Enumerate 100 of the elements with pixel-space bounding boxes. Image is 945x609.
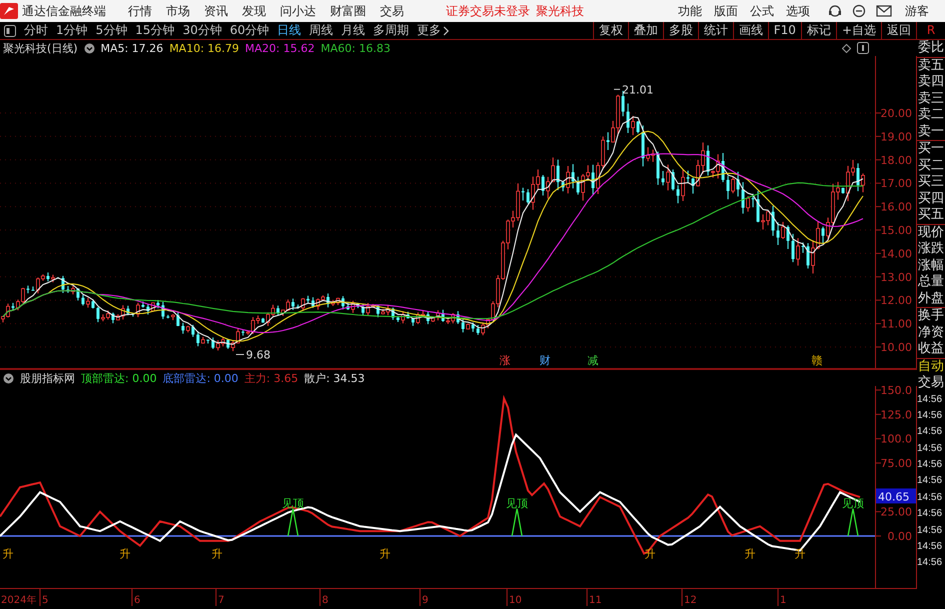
indicator-reading: 顶部雷达: 0.00	[81, 370, 157, 386]
app-title: 通达信金融终端	[22, 2, 106, 20]
trade-time: 14:56	[917, 474, 944, 488]
signal-label: 升	[380, 547, 390, 560]
quote-field-label: 交易	[917, 375, 945, 392]
trade-time: 14:56	[917, 442, 944, 456]
quote-field-label: 买三	[917, 174, 945, 190]
month-label: 5	[42, 595, 48, 606]
month-label: 9	[422, 595, 428, 606]
indicator-reading: 散户: 34.53	[304, 370, 365, 386]
trade-time: 14:56	[917, 540, 944, 554]
price-axis-label: 14.00	[880, 247, 912, 260]
trade-time: 14:56	[917, 490, 944, 505]
menu-item[interactable]: 市场	[160, 2, 196, 20]
user-label[interactable]: 游客	[905, 2, 929, 20]
trade-time: 14:56	[917, 524, 944, 538]
price-axis-label: 20.00	[880, 107, 912, 120]
quote-field-label: 买五	[917, 207, 945, 224]
signal-label: 升	[2, 547, 14, 560]
signal-label: 见顶	[282, 496, 304, 510]
quote-field-label: 卖四	[917, 74, 945, 90]
price-axis-label: 12.00	[880, 294, 912, 308]
ma-legend-value: MA5: 17.26	[100, 42, 164, 54]
chart-button[interactable]: 画线	[732, 22, 768, 39]
chart-button[interactable]: 返回	[881, 22, 916, 39]
price-axis-label: 17.00	[880, 177, 912, 190]
low-price-label: 9.68	[246, 348, 270, 362]
trade-time: 14:56	[917, 507, 944, 522]
indicator-name: 股朋指标网	[20, 370, 75, 386]
signal-label: 升	[644, 547, 656, 560]
quote-field-label: 收益	[917, 341, 945, 358]
high-price-label: 21.01	[622, 83, 654, 96]
notice-text: 证券交易未登录	[446, 2, 530, 20]
tool-menu-item[interactable]: 功能	[672, 2, 708, 20]
month-label: 1	[780, 595, 786, 606]
price-axis-label: 18.00	[880, 154, 912, 167]
period-tab[interactable]: 分时	[20, 22, 52, 39]
quote-field-label: 涨跌	[917, 241, 945, 258]
signal-label: 见顶	[506, 496, 528, 510]
tool-menu-item[interactable]: 选项	[780, 2, 816, 20]
ma-legend-value: MA60: 16.83	[320, 42, 390, 54]
tool-menu-item[interactable]: 版面	[708, 2, 744, 20]
tool-menu-item[interactable]: 公式	[744, 2, 780, 20]
quote-field-label: 卖二	[917, 107, 945, 124]
event-marker[interactable]: 赣	[812, 354, 822, 367]
period-tab[interactable]: 更多	[413, 22, 454, 39]
indicator-reading: 底部雷达: 0.00	[162, 370, 238, 386]
menu-item[interactable]: 发现	[236, 2, 272, 20]
price-axis-label: 16.00	[880, 200, 912, 214]
signal-label: 升	[744, 547, 756, 560]
period-tab[interactable]: 30分钟	[178, 22, 226, 39]
chart-title: 聚光科技(日线)	[3, 40, 78, 56]
ma-legend-value: MA20: 15.62	[245, 42, 315, 54]
period-tab[interactable]: 周线	[305, 22, 338, 39]
period-tab[interactable]: 1分钟	[52, 22, 92, 39]
period-tab[interactable]: 15分钟	[131, 22, 179, 39]
quote-field-label: 外盘	[917, 290, 945, 307]
menu-item[interactable]: 问小达	[274, 2, 322, 20]
period-tab[interactable]: 60分钟	[226, 22, 274, 39]
trade-time: 14:56	[917, 425, 944, 440]
period-tab[interactable]: 5分钟	[92, 22, 132, 39]
signal-label: 见顶	[842, 496, 864, 510]
month-label: 11	[589, 595, 602, 606]
ma-legend-value: MA10: 16.79	[169, 42, 240, 54]
indicator-reading: 主力: 3.65	[244, 370, 298, 386]
panel-tab[interactable]: R	[916, 22, 945, 39]
chart-button[interactable]: 标记	[800, 22, 836, 39]
quote-field-label: 卖五	[917, 56, 945, 74]
chart-button[interactable]: 复权	[592, 22, 628, 39]
chart-button[interactable]: 叠加	[628, 22, 663, 39]
quote-field-label: 卖一	[917, 124, 945, 140]
indicator-axis-label: 100.0	[880, 432, 912, 446]
menu-item[interactable]: 交易	[374, 2, 410, 20]
signal-label: 升	[120, 547, 130, 560]
month-label: 10	[509, 595, 522, 606]
event-marker[interactable]: 财	[540, 354, 550, 367]
month-label: 7	[218, 595, 224, 606]
period-tab[interactable]: 日线	[273, 22, 306, 39]
indicator-axis-label: 25.00	[880, 506, 912, 519]
trade-time: 14:56	[917, 458, 944, 472]
chart-button[interactable]: +自选	[836, 22, 881, 39]
chart-button[interactable]: F10	[768, 22, 801, 39]
menu-item[interactable]: 财富圈	[324, 2, 372, 20]
year-label: 2024年	[1, 595, 36, 606]
current-value-tag: 40.65	[876, 488, 916, 504]
trade-time: 14:56	[917, 392, 944, 406]
period-tab[interactable]: 多周期	[369, 22, 414, 39]
menu-item[interactable]: 资讯	[198, 2, 234, 20]
event-marker[interactable]: 减	[588, 354, 598, 367]
chart-button[interactable]: 统计	[698, 22, 733, 39]
price-axis-label: 13.00	[880, 270, 912, 284]
quote-field-label: 总量	[917, 274, 945, 290]
period-tab[interactable]: 月线	[337, 22, 370, 39]
chart-button[interactable]: 多股	[662, 22, 698, 39]
indicator-axis-label: 75.00	[880, 457, 912, 470]
quote-field-label: 自动	[917, 358, 945, 375]
menu-item[interactable]: 行情	[122, 2, 158, 20]
quote-field-label: 卖三	[917, 90, 945, 107]
signal-label: 升	[794, 547, 806, 560]
event-marker[interactable]: 涨	[500, 354, 510, 367]
